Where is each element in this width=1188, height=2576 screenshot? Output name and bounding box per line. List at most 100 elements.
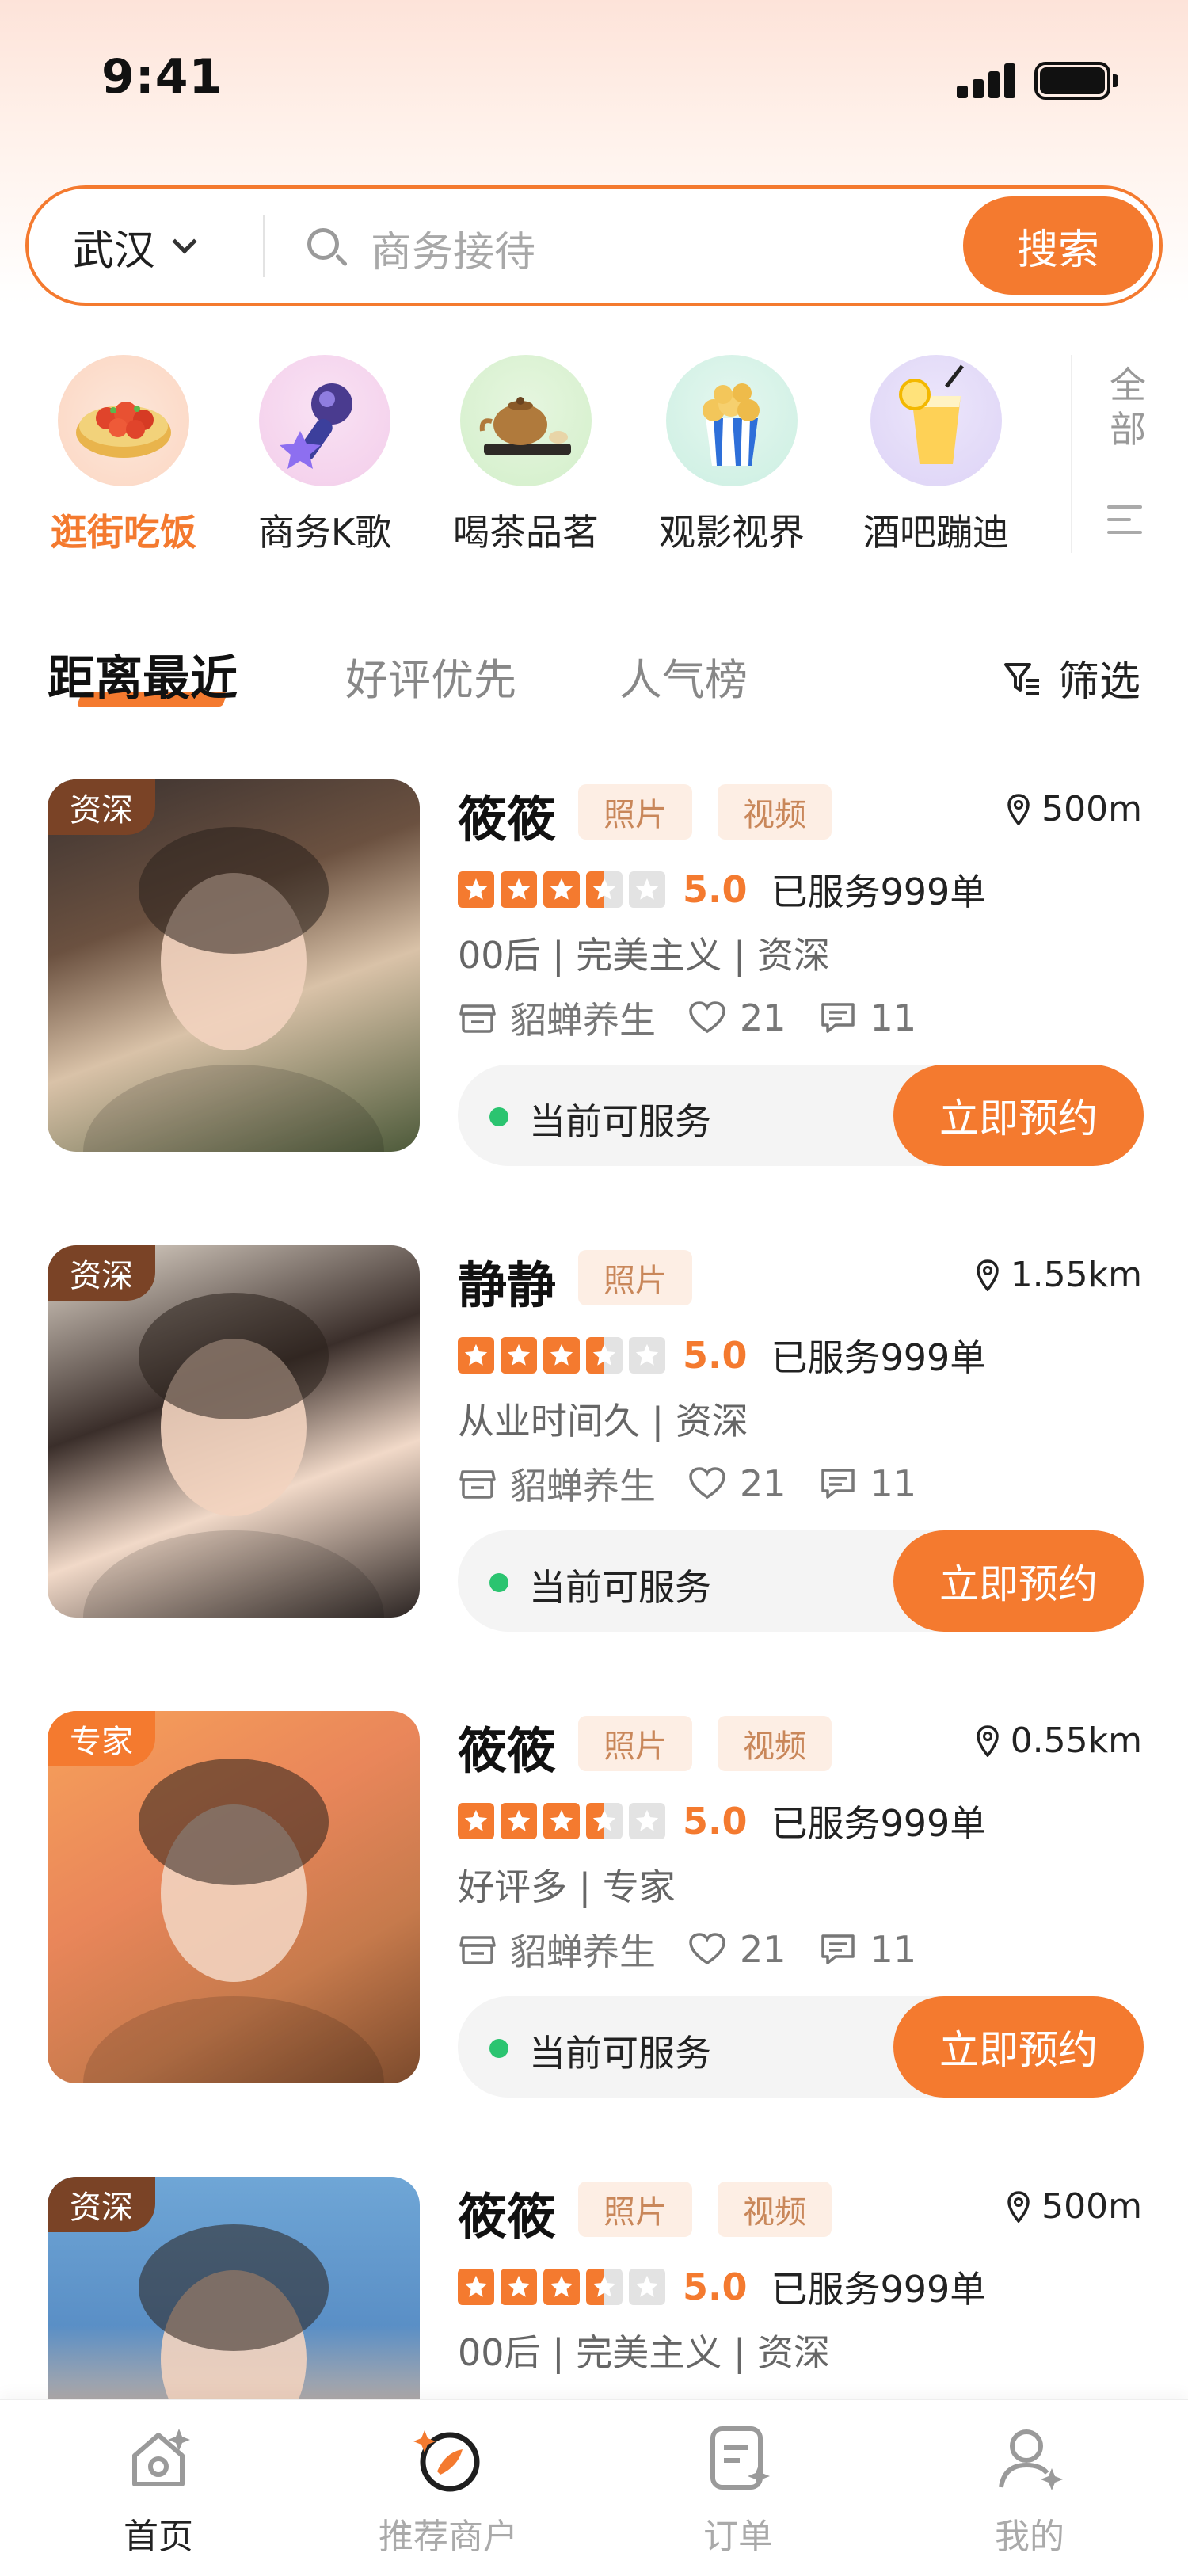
stats-row: 貂蝉养生 21 11: [458, 1923, 916, 1976]
provider-name: 筱筱: [458, 2188, 557, 2246]
served-count: 已服务999单: [771, 1802, 987, 1845]
category-label: 商务K歌: [257, 511, 392, 554]
category-label: 酒吧蹦迪: [863, 511, 1009, 554]
level-badge: 资深: [48, 1245, 155, 1301]
nav-home[interactable]: 首页: [71, 2421, 246, 2559]
filter-button[interactable]: 筛选: [1003, 648, 1140, 707]
star-icon: [458, 1803, 494, 1839]
distance-value: 0.55km: [1010, 1721, 1142, 1761]
order-icon: [700, 2421, 776, 2497]
distance-value: 500m: [1041, 789, 1142, 829]
search-button[interactable]: 搜索: [963, 196, 1153, 295]
media-chip[interactable]: 照片: [578, 784, 692, 840]
provider-name: 筱筱: [458, 791, 557, 848]
nav-orders[interactable]: 订单: [651, 2421, 825, 2559]
book-now-button[interactable]: 立即预约: [893, 1530, 1144, 1632]
category-item[interactable]: 喝茶品茗: [431, 355, 621, 556]
level-badge: 专家: [48, 1711, 155, 1766]
stats-row: 貂蝉养生 21 11: [458, 992, 916, 1044]
filter-label: 筛选: [1057, 658, 1140, 706]
star-icon: [586, 1337, 623, 1374]
like-count: 21: [740, 1462, 786, 1505]
media-chip[interactable]: 视频: [718, 2182, 832, 2237]
heart-icon[interactable]: [687, 1465, 727, 1502]
availability-bar: 当前可服务 立即预约: [458, 1530, 1144, 1632]
listing-card[interactable]: 资深 静静 照片 1.55km 5.0 已服务999单 从业时间久 | 资深 貂蝉养生 21 11…: [0, 1245, 1188, 1689]
all-categories-label: 全部: [1110, 364, 1146, 451]
rating-row: 5.0 已服务999单: [458, 863, 986, 916]
crawfish-icon: [58, 355, 189, 486]
cocktail-icon: [870, 355, 1002, 486]
status-time: 9:41: [101, 49, 223, 105]
shop-icon: [458, 1931, 497, 1968]
star-icon: [629, 1337, 665, 1374]
category-item[interactable]: 观影视界: [637, 355, 827, 556]
profile-photo[interactable]: 专家: [48, 1711, 420, 2083]
city-selector[interactable]: 武汉: [73, 217, 197, 276]
distance: 500m: [1007, 789, 1142, 829]
media-chip[interactable]: 视频: [718, 1716, 832, 1771]
star-icon: [543, 1337, 580, 1374]
profile-photo[interactable]: 资深: [48, 779, 420, 1152]
listing-card[interactable]: 专家 筱筱 照片 视频 0.55km 5.0 已服务999单 好评多 | 专家 貂蝉养生 21 11…: [0, 1711, 1188, 2155]
media-chip[interactable]: 照片: [578, 1250, 692, 1305]
comment-count: 11: [870, 1928, 917, 1971]
teapot-icon: [460, 355, 592, 486]
distance: 0.55km: [976, 1721, 1142, 1761]
shop-name: 貂蝉养生: [510, 1930, 656, 1973]
filter-icon: [1003, 658, 1042, 698]
microphone-icon: [259, 355, 390, 486]
served-count: 已服务999单: [771, 2268, 987, 2311]
signal-icon: [957, 63, 1017, 98]
category-item[interactable]: 酒吧蹦迪: [841, 355, 1031, 556]
media-chip[interactable]: 视频: [718, 784, 832, 840]
comment-icon[interactable]: [818, 1931, 858, 1968]
comment-count: 11: [870, 1462, 917, 1505]
rating-score: 5.0: [683, 868, 748, 911]
profile-icon: [992, 2421, 1068, 2497]
book-now-button[interactable]: 立即预约: [893, 1065, 1144, 1166]
stats-row: 貂蝉养生 21 11: [458, 1458, 916, 1510]
nav-recommend[interactable]: 推荐商户: [361, 2421, 535, 2559]
comment-icon[interactable]: [818, 1465, 858, 1502]
like-count: 21: [740, 996, 786, 1039]
like-count: 21: [740, 1928, 786, 1971]
level-badge: 资深: [48, 2177, 155, 2232]
star-icon: [629, 871, 665, 908]
tab-popular[interactable]: 人气榜: [619, 645, 748, 707]
battery-icon: [1034, 62, 1118, 100]
star-icon: [543, 2269, 580, 2305]
heart-icon[interactable]: [687, 1000, 727, 1036]
tab-nearest[interactable]: 距离最近: [48, 640, 238, 709]
distance: 500m: [1007, 2186, 1142, 2227]
trait-tags: 好评多 | 专家: [458, 1865, 676, 1908]
status-bar: 9:41: [0, 0, 1188, 158]
listing-card[interactable]: 资深 筱筱 照片 视频 500m 5.0 已服务999单 00后 | 完美主义 | 资深 貂蝉养…: [0, 779, 1188, 1223]
distance-value: 1.55km: [1010, 1255, 1142, 1295]
profile-photo[interactable]: 资深: [48, 1245, 420, 1618]
divider: [263, 215, 265, 277]
nav-label: 订单: [703, 2517, 773, 2557]
shop-icon: [458, 1000, 497, 1036]
search-input[interactable]: 商务接待: [371, 219, 535, 278]
tab-top-rated[interactable]: 好评优先: [345, 645, 516, 707]
category-item[interactable]: 商务K歌: [230, 355, 420, 556]
category-item[interactable]: 逛街吃饭: [29, 355, 219, 556]
shop-name: 貂蝉养生: [510, 1465, 656, 1507]
nav-profile[interactable]: 我的: [942, 2421, 1117, 2559]
star-icon: [543, 871, 580, 908]
comment-icon[interactable]: [818, 1000, 858, 1036]
star-icon: [586, 1803, 623, 1839]
availability-status: 当前可服务: [529, 2032, 711, 2075]
book-now-button[interactable]: 立即预约: [893, 1996, 1144, 2098]
trait-tags: 从业时间久 | 资深: [458, 1400, 748, 1442]
all-categories-button[interactable]: 全部: [1071, 355, 1188, 553]
location-pin-icon: [976, 1724, 1000, 1758]
star-icon: [586, 871, 623, 908]
media-chip[interactable]: 照片: [578, 2182, 692, 2237]
heart-icon[interactable]: [687, 1931, 727, 1968]
media-chip[interactable]: 照片: [578, 1716, 692, 1771]
nav-label: 我的: [995, 2517, 1064, 2557]
popcorn-icon: [666, 355, 798, 486]
provider-name: 筱筱: [458, 1722, 557, 1780]
